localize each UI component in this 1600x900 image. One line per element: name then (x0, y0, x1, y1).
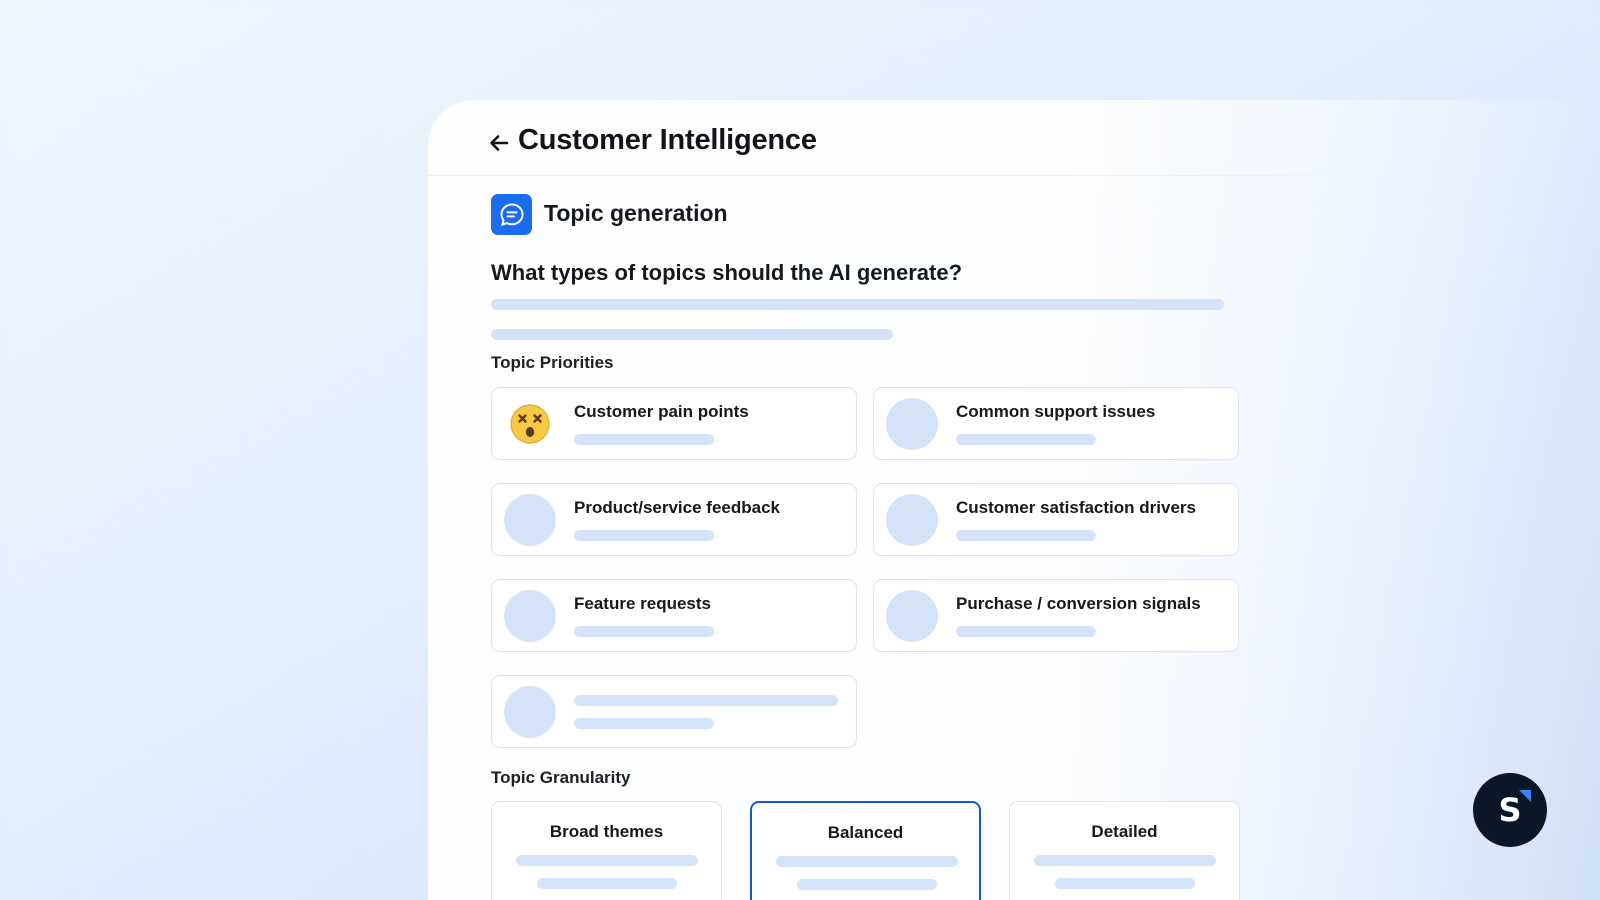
placeholder-line (537, 878, 677, 889)
priority-card-title: Purchase / conversion signals (956, 594, 1201, 613)
priority-card-placeholder[interactable] (491, 675, 857, 748)
priority-card-title: Customer satisfaction drivers (956, 498, 1196, 517)
topic-priorities-label: Topic Priorities (491, 353, 614, 372)
avatar[interactable]: S (1473, 773, 1547, 847)
placeholder-line (574, 626, 714, 637)
main-panel: Customer Intelligence Topic generation W… (428, 100, 1600, 900)
icon-placeholder (504, 686, 556, 738)
placeholder-line (574, 434, 714, 445)
icon-placeholder (886, 398, 938, 450)
question-heading: What types of topics should the AI gener… (491, 260, 963, 285)
placeholder-line (776, 856, 958, 867)
priority-card-product-service-feedback[interactable]: Product/service feedback (491, 483, 857, 556)
priority-card-purchase-conversion-signals[interactable]: Purchase / conversion signals (873, 579, 1239, 652)
placeholder-line (956, 626, 1096, 637)
description-placeholder-line (491, 329, 893, 340)
priority-card-feature-requests[interactable]: Feature requests (491, 579, 857, 652)
placeholder-line (574, 530, 714, 541)
page-title: Customer Intelligence (518, 124, 817, 156)
placeholder-line (956, 434, 1096, 445)
granularity-option-balanced[interactable]: Balanced (750, 801, 981, 900)
page-header: Customer Intelligence (428, 100, 1348, 176)
description-placeholder-line (491, 299, 1224, 310)
priority-card-title: Common support issues (956, 402, 1156, 421)
icon-placeholder (504, 590, 556, 642)
priority-card-common-support-issues[interactable]: Common support issues (873, 387, 1239, 460)
placeholder-line (797, 879, 937, 890)
priority-card-customer-satisfaction-drivers[interactable]: Customer satisfaction drivers (873, 483, 1239, 556)
granularity-option-detailed[interactable]: Detailed (1009, 801, 1240, 900)
arrow-left-icon[interactable] (488, 132, 510, 154)
granularity-option-title: Balanced (827, 823, 904, 842)
icon-placeholder (504, 494, 556, 546)
dizzy-face-emoji-icon (510, 404, 550, 444)
placeholder-line (1034, 855, 1216, 866)
corner-triangle-icon (1519, 790, 1531, 802)
placeholder-line (956, 530, 1096, 541)
icon-placeholder (886, 494, 938, 546)
placeholder-line (516, 855, 698, 866)
priority-card-title: Feature requests (574, 594, 711, 613)
chat-bubble-icon (491, 194, 532, 235)
priority-card-title: Customer pain points (574, 402, 749, 421)
topic-granularity-label: Topic Granularity (491, 768, 631, 787)
granularity-option-title: Detailed (1091, 822, 1158, 841)
placeholder-line (574, 695, 838, 706)
icon-placeholder (886, 590, 938, 642)
section-title: Topic generation (544, 200, 728, 226)
priority-card-customer-pain-points[interactable]: Customer pain points (491, 387, 857, 460)
placeholder-line (1055, 878, 1195, 889)
granularity-option-title: Broad themes (549, 822, 664, 841)
priority-card-title: Product/service feedback (574, 498, 780, 517)
granularity-option-broad-themes[interactable]: Broad themes (491, 801, 722, 900)
placeholder-line (574, 718, 714, 729)
